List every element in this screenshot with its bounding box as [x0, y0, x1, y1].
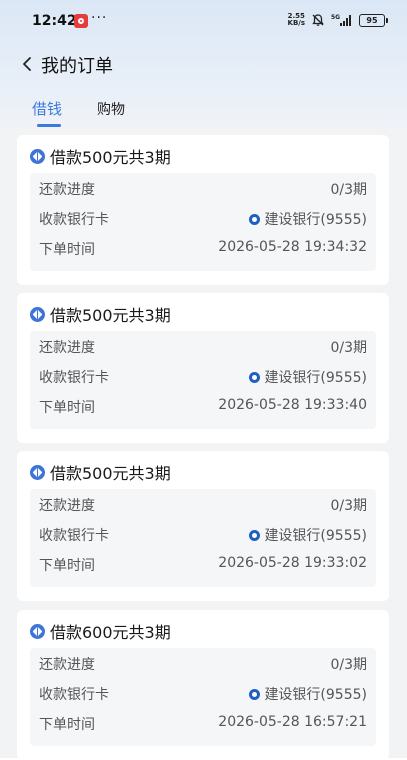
repayment-progress-row: 还款进度 0/3期 [30, 173, 376, 203]
row-value-bank: 建设银行(9555) [249, 367, 367, 387]
row-value: 0/3期 [330, 498, 367, 514]
repayment-progress-row: 还款进度 0/3期 [30, 489, 376, 519]
battery-indicator: 95 [359, 13, 388, 27]
loan-icon [30, 306, 45, 322]
row-label: 还款进度 [39, 340, 95, 356]
chevron-left-icon[interactable] [18, 54, 38, 74]
row-value: 2026-05-28 16:57:21 [218, 714, 367, 730]
order-time-row: 下单时间 2026-05-28 16:57:21 [30, 708, 376, 738]
row-value: 0/3期 [330, 340, 367, 356]
bank-name: 建设银行(9555) [264, 687, 367, 703]
bank-name: 建设银行(9555) [264, 528, 367, 544]
order-title-row: 借款500元共3期 [30, 145, 171, 167]
ccb-bank-icon [249, 529, 261, 541]
order-title: 借款600元共3期 [50, 623, 171, 642]
row-value-bank: 建设银行(9555) [249, 684, 367, 704]
bank-card-row: 收款银行卡 建设银行(9555) [30, 203, 376, 233]
order-time-row: 下单时间 2026-05-28 19:33:40 [30, 391, 376, 421]
row-label: 还款进度 [39, 657, 95, 673]
order-details: 还款进度 0/3期 收款银行卡 建设银行(9555) 下单时间 2026-05-… [30, 489, 376, 587]
repayment-progress-row: 还款进度 0/3期 [30, 648, 376, 678]
loan-icon [30, 623, 45, 639]
row-value: 0/3期 [330, 182, 367, 198]
row-value-bank: 建设银行(9555) [249, 209, 367, 229]
row-label: 下单时间 [39, 400, 95, 416]
order-title: 借款500元共3期 [50, 464, 171, 483]
repayment-progress-row: 还款进度 0/3期 [30, 331, 376, 361]
page-header: 我的订单 [0, 44, 407, 84]
order-tabs: 借钱 购物 [0, 92, 407, 128]
network-speed-unit: KB/s [287, 19, 305, 27]
order-card[interactable]: 借款600元共3期 还款进度 0/3期 收款银行卡 建设银行(9555) 下单时… [17, 610, 389, 760]
bank-name: 建设银行(9555) [264, 370, 367, 386]
app-notification-icon [74, 14, 88, 28]
bank-name: 建设银行(9555) [264, 212, 367, 228]
tab-shopping[interactable]: 购物 [97, 99, 125, 119]
row-label: 收款银行卡 [39, 528, 109, 544]
order-card[interactable]: 借款500元共3期 还款进度 0/3期 收款银行卡 建设银行(9555) 下单时… [17, 451, 389, 601]
order-details: 还款进度 0/3期 收款银行卡 建设银行(9555) 下单时间 2026-05-… [30, 331, 376, 429]
row-label: 还款进度 [39, 498, 95, 514]
row-label: 收款银行卡 [39, 212, 109, 228]
ccb-bank-icon [249, 688, 261, 700]
row-label: 下单时间 [39, 558, 95, 574]
row-label: 收款银行卡 [39, 687, 109, 703]
row-value-bank: 建设银行(9555) [249, 525, 367, 545]
ccb-bank-icon [249, 213, 261, 225]
status-time: 12:42 [32, 13, 77, 29]
status-right-group: 2.55 KB/s 5G 95 [288, 12, 388, 28]
ccb-bank-icon [249, 371, 261, 383]
bell-muted-icon [311, 13, 325, 27]
order-time-row: 下单时间 2026-05-28 19:34:32 [30, 233, 376, 263]
order-details: 还款进度 0/3期 收款银行卡 建设银行(9555) 下单时间 2026-05-… [30, 173, 376, 271]
status-bar: 12:42 ··· 2.55 KB/s 5G 95 [0, 0, 407, 40]
svg-text:5G: 5G [331, 14, 340, 21]
order-title-row: 借款600元共3期 [30, 620, 171, 642]
row-label: 下单时间 [39, 717, 95, 733]
order-card[interactable]: 借款500元共3期 还款进度 0/3期 收款银行卡 建设银行(9555) 下单时… [17, 293, 389, 443]
tab-borrow[interactable]: 借钱 [32, 98, 62, 119]
more-notifications-icon: ··· [91, 10, 108, 26]
bank-card-row: 收款银行卡 建设银行(9555) [30, 361, 376, 391]
bank-card-row: 收款银行卡 建设银行(9555) [30, 678, 376, 708]
5g-signal-icon: 5G [331, 13, 353, 27]
network-speed: 2.55 KB/s [288, 13, 305, 27]
order-time-row: 下单时间 2026-05-28 19:33:02 [30, 549, 376, 579]
page-title: 我的订单 [41, 56, 113, 77]
order-title: 借款500元共3期 [50, 148, 171, 167]
row-label: 下单时间 [39, 242, 95, 258]
order-title-row: 借款500元共3期 [30, 303, 171, 325]
row-value: 0/3期 [330, 657, 367, 673]
row-label: 还款进度 [39, 182, 95, 198]
order-card[interactable]: 借款500元共3期 还款进度 0/3期 收款银行卡 建设银行(9555) 下单时… [17, 135, 389, 285]
loan-icon [30, 464, 45, 480]
row-label: 收款银行卡 [39, 370, 109, 386]
order-details: 还款进度 0/3期 收款银行卡 建设银行(9555) 下单时间 2026-05-… [30, 648, 376, 746]
active-tab-indicator [37, 124, 61, 127]
row-value: 2026-05-28 19:33:02 [218, 555, 367, 571]
order-title-row: 借款500元共3期 [30, 461, 171, 483]
row-value: 2026-05-28 19:34:32 [218, 239, 367, 255]
order-title: 借款500元共3期 [50, 306, 171, 325]
loan-icon [30, 148, 45, 164]
bank-card-row: 收款银行卡 建设银行(9555) [30, 519, 376, 549]
row-value: 2026-05-28 19:33:40 [218, 397, 367, 413]
